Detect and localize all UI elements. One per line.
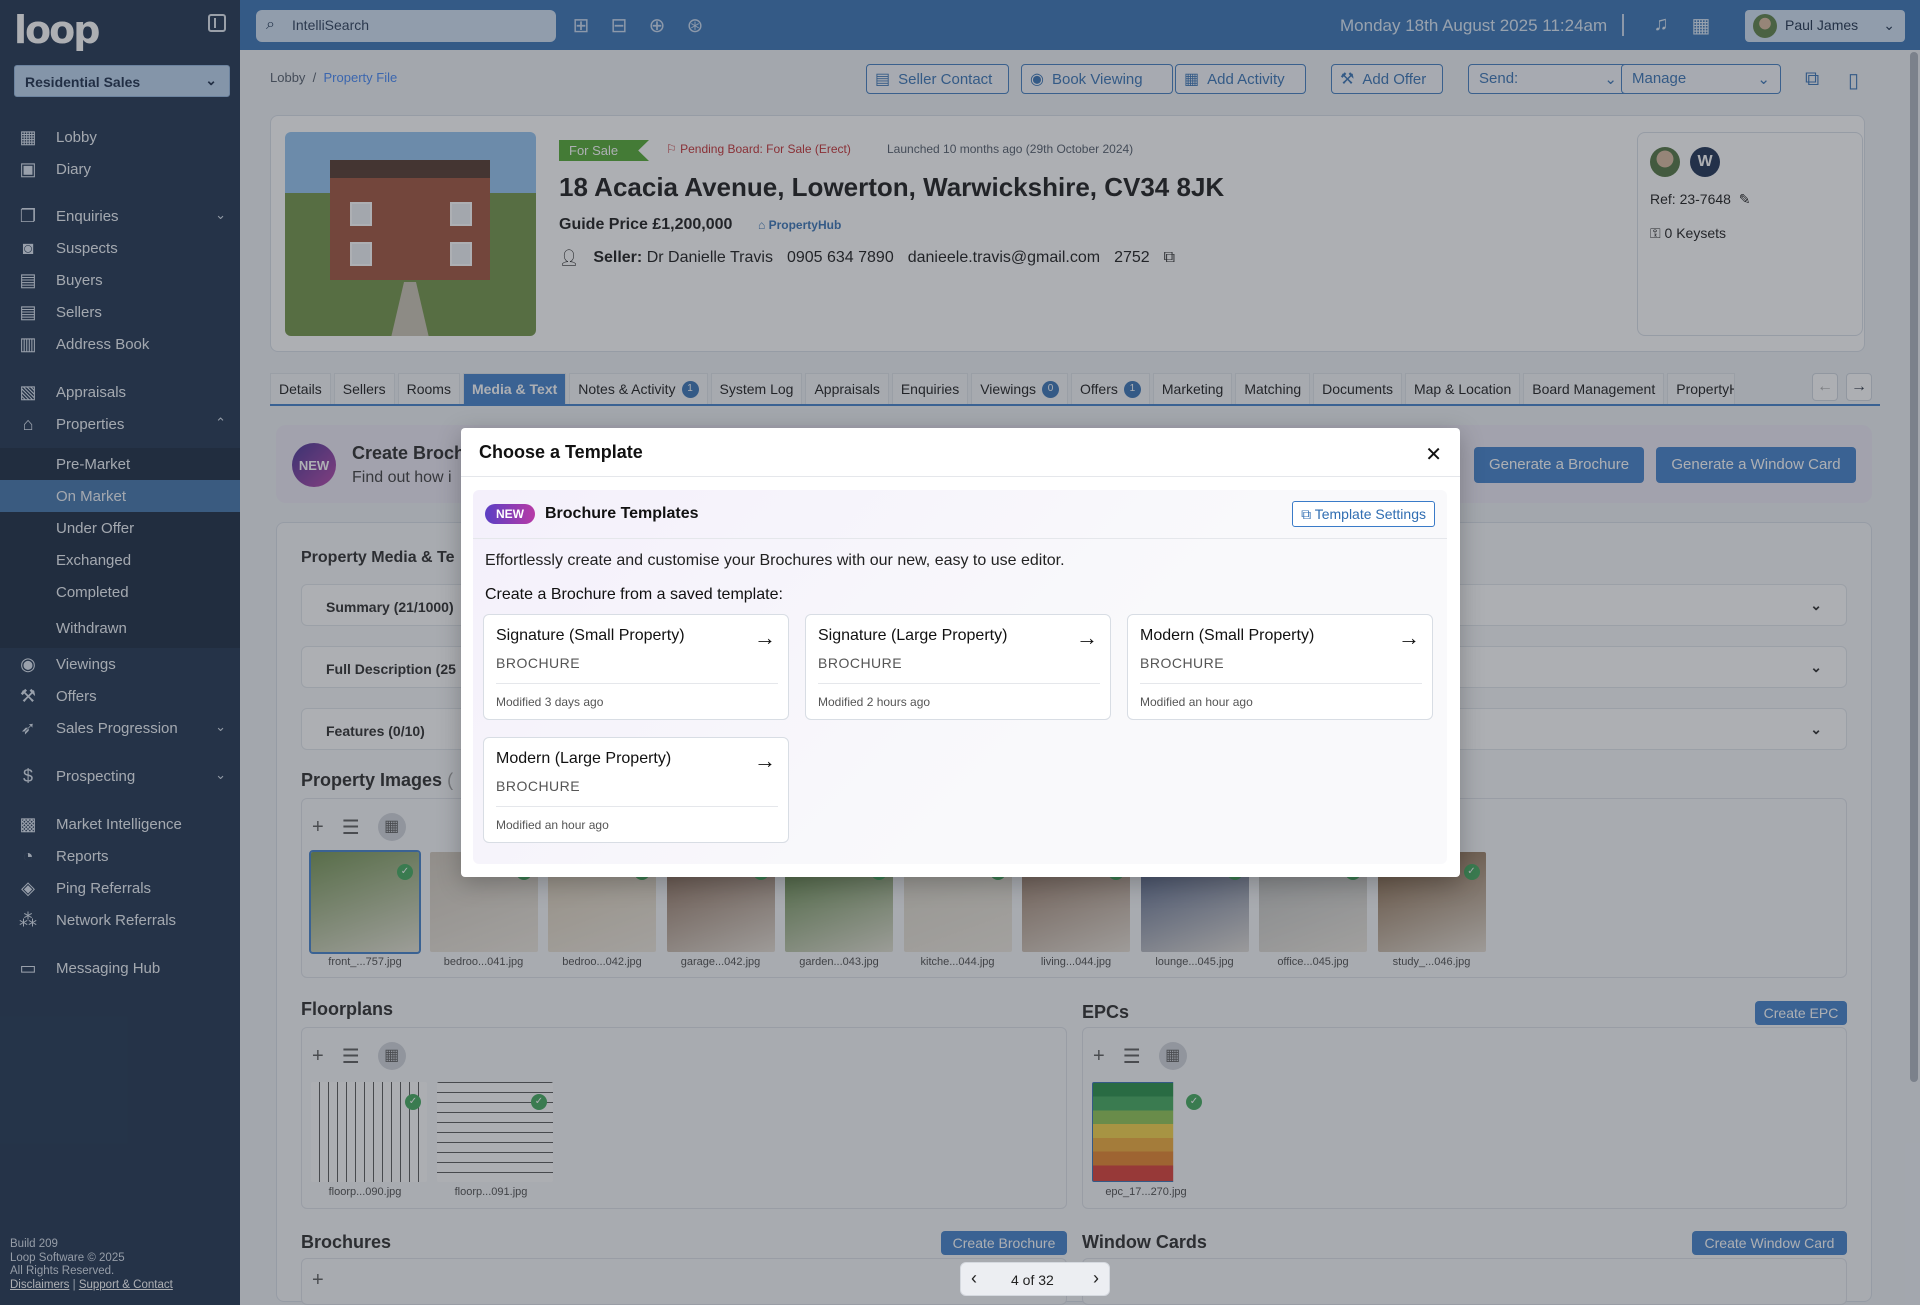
template-card[interactable]: Signature (Large Property) BROCHURE → Modif… <box>805 614 1111 720</box>
template-kind: BROCHURE <box>1140 655 1225 671</box>
external-link-icon: ⧉ <box>1301 506 1312 522</box>
chevron-left-icon[interactable]: ‹ <box>971 1268 977 1289</box>
templates-description: Effortlessly create and customise your B… <box>485 552 1065 569</box>
template-kind: BROCHURE <box>496 778 581 794</box>
chevron-right-icon[interactable]: › <box>1093 1268 1099 1289</box>
divider <box>496 683 778 684</box>
brochure-templates-title: Brochure Templates <box>545 505 699 522</box>
arrow-right-icon: → <box>754 625 776 650</box>
templates-prompt: Create a Brochure from a saved template: <box>485 586 783 603</box>
divider <box>818 683 1100 684</box>
choose-template-modal: Choose a Template ✕ NEW Brochure Templat… <box>461 428 1460 877</box>
template-modified: Modified an hour ago <box>1140 695 1253 709</box>
template-modified: Modified an hour ago <box>496 818 609 832</box>
template-kind: BROCHURE <box>496 655 581 671</box>
template-card[interactable]: Signature (Small Property) BROCHURE → Modif… <box>483 614 789 720</box>
arrow-right-icon: → <box>754 748 776 773</box>
divider <box>496 806 778 807</box>
template-name: Modern (Large Property) <box>496 750 672 767</box>
template-name: Signature (Large Property) <box>818 627 1008 644</box>
new-badge: NEW <box>485 504 535 524</box>
modal-title: Choose a Template <box>479 442 643 462</box>
arrow-right-icon: → <box>1398 625 1420 650</box>
pagination: ‹ 4 of 32 › <box>960 1262 1110 1296</box>
template-card[interactable]: Modern (Large Property) BROCHURE → Modified… <box>483 737 789 843</box>
template-card[interactable]: Modern (Small Property) BROCHURE → Modified… <box>1127 614 1433 720</box>
close-icon[interactable]: ✕ <box>1425 442 1442 467</box>
arrow-right-icon: → <box>1076 625 1098 650</box>
template-settings-label: Template Settings <box>1314 506 1426 522</box>
divider <box>461 476 1460 477</box>
brochure-templates-panel: NEW Brochure Templates ⧉ Template Settin… <box>473 490 1447 864</box>
divider <box>473 538 1447 539</box>
template-modified: Modified 3 days ago <box>496 695 604 709</box>
template-name: Modern (Small Property) <box>1140 627 1315 644</box>
template-name: Signature (Small Property) <box>496 627 685 644</box>
divider <box>1140 683 1422 684</box>
template-settings-button[interactable]: ⧉ Template Settings <box>1292 501 1435 527</box>
template-kind: BROCHURE <box>818 655 903 671</box>
template-modified: Modified 2 hours ago <box>818 695 931 709</box>
page-indicator: 4 of 32 <box>1011 1272 1054 1288</box>
